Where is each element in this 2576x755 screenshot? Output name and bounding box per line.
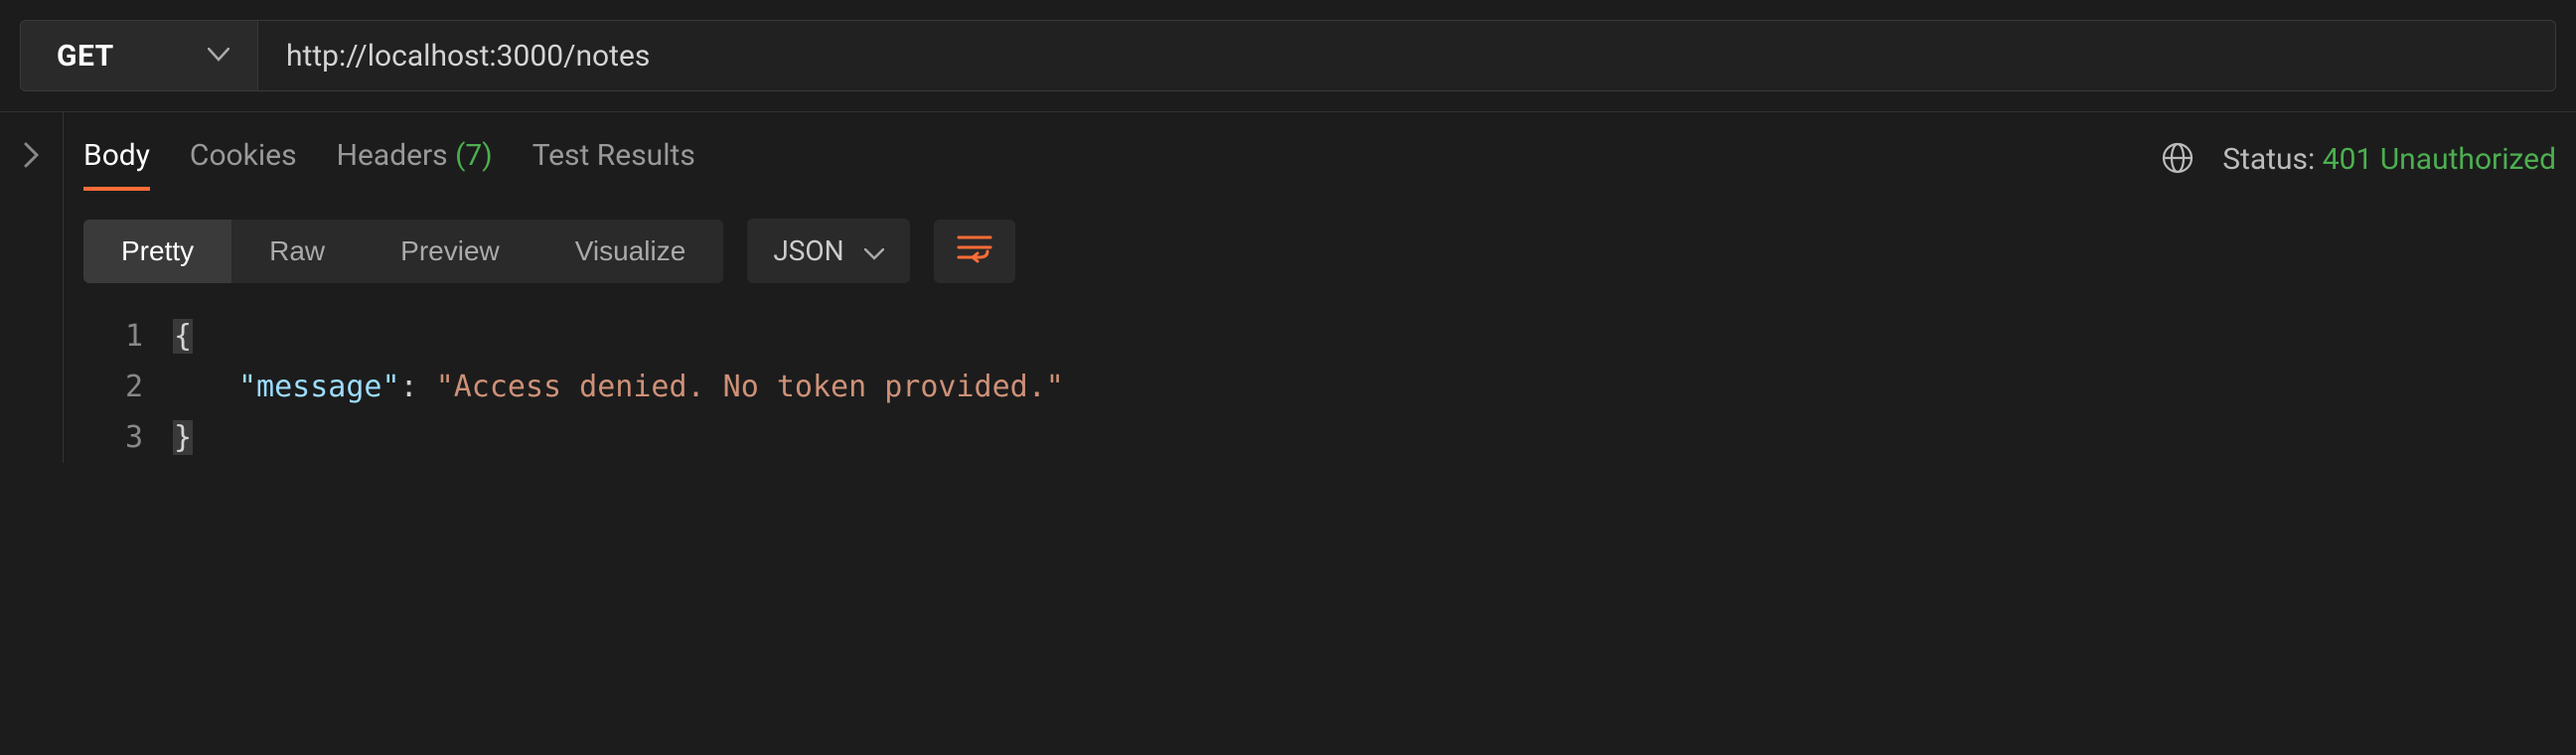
view-mode-group: Pretty Raw Preview Visualize [83, 220, 723, 283]
chevron-down-icon [864, 234, 884, 267]
tab-test-results-label: Test Results [532, 138, 695, 173]
globe-icon[interactable] [2161, 141, 2195, 179]
response-main: Body Cookies Headers (7) Test Results [64, 112, 2576, 463]
json-key: "message" [238, 370, 400, 404]
line-number: 1 [83, 311, 173, 362]
tab-cookies[interactable]: Cookies [190, 130, 297, 189]
line-wrap-button[interactable] [934, 220, 1015, 283]
response-body-code[interactable]: 1 { 2 "message": "Access denied. No toke… [64, 283, 2576, 463]
json-colon: : [400, 370, 418, 404]
view-mode-preview[interactable]: Preview [363, 220, 537, 283]
request-url-input[interactable]: http://localhost:3000/notes [258, 20, 2556, 91]
brace-close: } [173, 420, 193, 455]
line-number: 3 [83, 412, 173, 463]
json-string: "Access denied. No token provided." [436, 370, 1064, 404]
tab-headers-label: Headers [337, 138, 448, 173]
code-line: 2 "message": "Access denied. No token pr… [83, 362, 2556, 412]
line-wrap-icon [956, 233, 993, 269]
http-method-label: GET [57, 39, 114, 74]
chevron-down-icon [208, 47, 229, 66]
view-mode-pretty[interactable]: Pretty [83, 220, 231, 283]
status-value: 401 Unauthorized [2323, 142, 2556, 177]
tab-cookies-label: Cookies [190, 138, 297, 173]
format-selected: JSON [773, 234, 843, 267]
tab-body[interactable]: Body [83, 130, 150, 189]
tab-body-label: Body [83, 138, 150, 173]
http-method-select[interactable]: GET [20, 20, 258, 91]
code-line: 3 } [83, 412, 2556, 463]
tab-headers-count: (7) [455, 138, 493, 173]
request-url-text: http://localhost:3000/notes [286, 39, 2527, 74]
request-bar: GET http://localhost:3000/notes [0, 0, 2576, 112]
line-number: 2 [83, 362, 173, 412]
response-tabs-left: Body Cookies Headers (7) Test Results [83, 130, 695, 189]
status-text: Status: 401 Unauthorized [2222, 142, 2556, 177]
tab-test-results[interactable]: Test Results [532, 130, 695, 189]
response-tabs-right: Status: 401 Unauthorized [2161, 141, 2556, 179]
view-mode-row: Pretty Raw Preview Visualize JSON [64, 189, 2576, 283]
format-select[interactable]: JSON [747, 219, 909, 283]
expand-column [0, 112, 64, 463]
chevron-right-icon[interactable] [24, 142, 40, 463]
response-tabs: Body Cookies Headers (7) Test Results [64, 130, 2576, 189]
status-label: Status: [2222, 142, 2315, 177]
view-mode-raw[interactable]: Raw [231, 220, 363, 283]
response-area: Body Cookies Headers (7) Test Results [0, 112, 2576, 463]
brace-open: { [173, 319, 193, 354]
view-mode-visualize[interactable]: Visualize [537, 220, 724, 283]
code-line: 1 { [83, 311, 2556, 362]
tab-headers[interactable]: Headers (7) [337, 130, 493, 189]
